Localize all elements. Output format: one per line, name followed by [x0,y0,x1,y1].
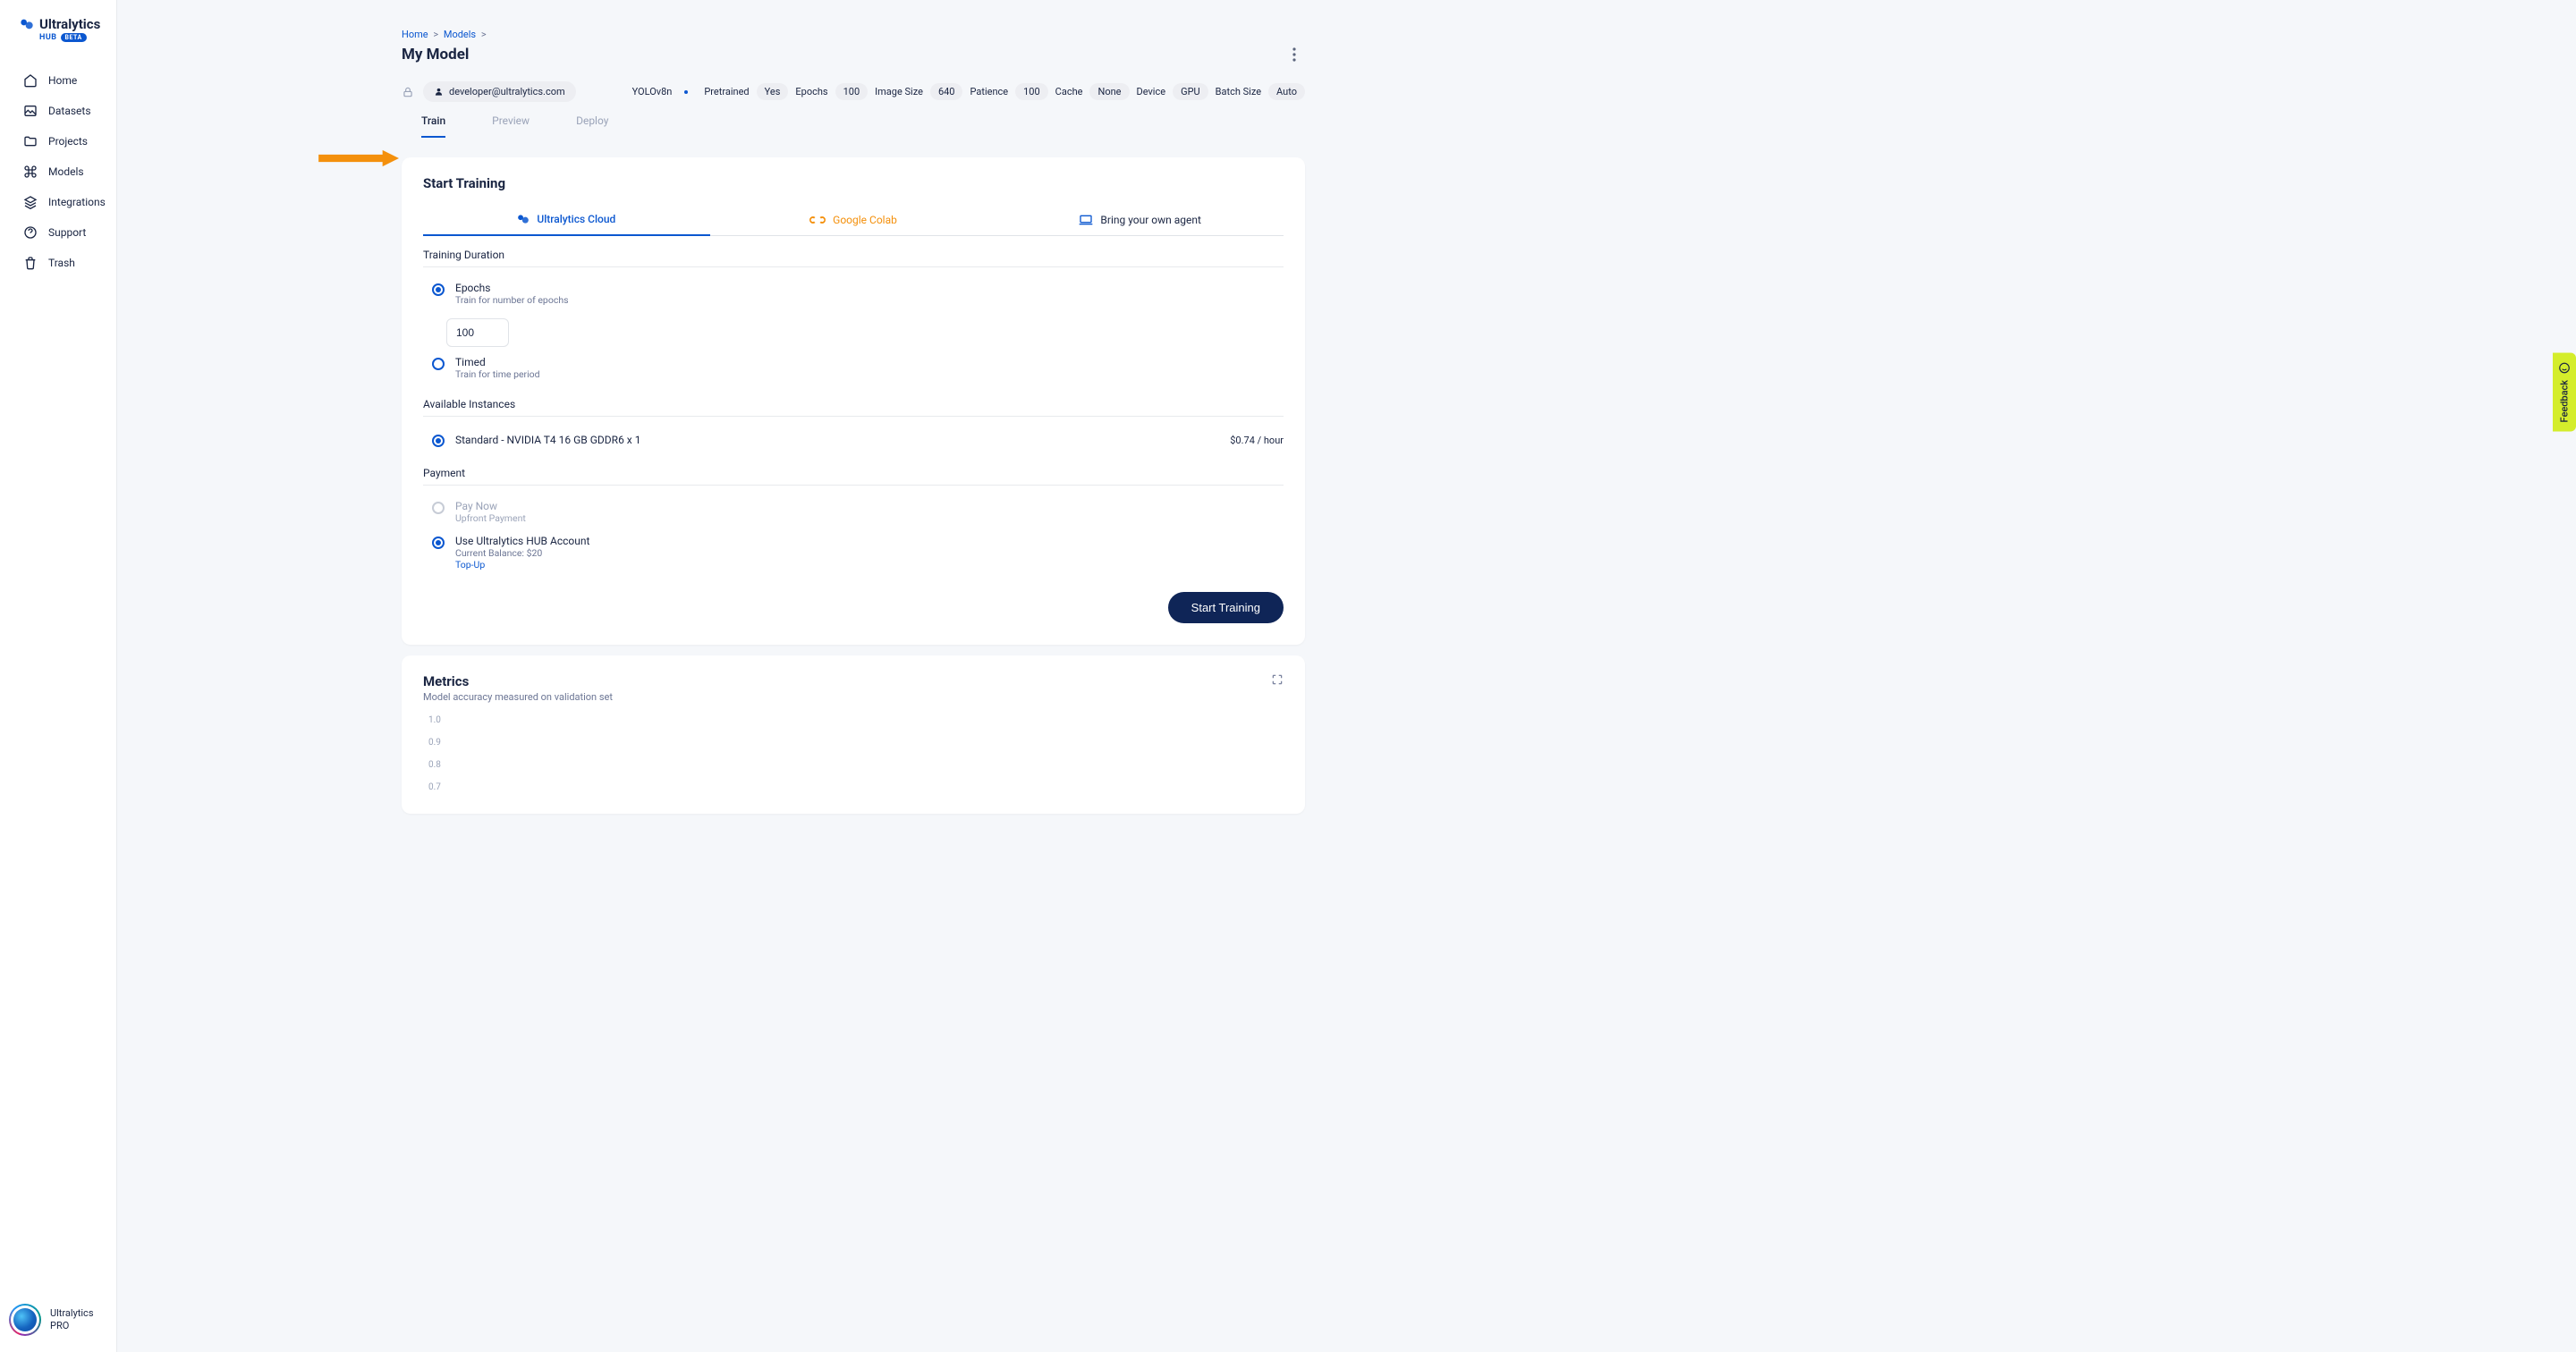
sidebar: Ultralytics HUB BETA Home Datasets Proje… [0,0,117,1352]
available-instances-label: Available Instances [423,398,1284,410]
model-arch: YOLOv8n [632,86,673,97]
smile-icon [2558,362,2571,375]
start-training-card: Start Training Ultralytics Cloud Google … [402,157,1305,645]
kebab-icon [1292,47,1296,62]
tab-google-colab[interactable]: Google Colab [710,206,997,236]
brand-logo[interactable]: Ultralytics HUB BETA [0,0,116,49]
divider [423,266,1284,267]
radio-timed-input[interactable] [432,358,445,370]
folder-icon [23,134,38,148]
model-tabs: Train Preview Deploy [402,114,1305,138]
sidebar-item-label: Trash [48,257,75,269]
tab-preview[interactable]: Preview [492,114,530,138]
metrics-chart: 1.0 0.9 0.8 0.7 [423,715,1284,792]
radio-hub-account[interactable]: Use Ultralytics HUB Account Current Bala… [423,529,1284,576]
sidebar-item-home[interactable]: Home [0,65,116,96]
footer-user: Ultralytics PRO [50,1307,94,1333]
beta-badge: BETA [61,33,87,42]
sidebar-item-support[interactable]: Support [0,217,116,248]
user-icon [434,87,444,97]
brand-hub: HUB [39,33,57,42]
sidebar-nav: Home Datasets Projects Models Integratio… [0,49,116,1293]
radio-hub-account-input[interactable] [432,537,445,549]
main-content: Home > Models > My Model developer@ultra… [117,0,2576,841]
sidebar-item-projects[interactable]: Projects [0,126,116,156]
start-training-button[interactable]: Start Training [1168,592,1284,623]
expand-icon[interactable] [1271,673,1284,686]
sidebar-footer[interactable]: Ultralytics PRO [0,1293,116,1352]
lock-icon [402,86,414,98]
command-icon [23,165,38,179]
layers-icon [23,195,38,209]
trash-icon [23,256,38,270]
status-dot [684,90,688,94]
training-provider-tabs: Ultralytics Cloud Google Colab Bring you… [423,206,1284,236]
sidebar-item-label: Support [48,226,86,239]
card-title: Start Training [423,175,1284,191]
sidebar-item-label: Models [48,165,84,178]
sidebar-item-label: Projects [48,135,88,148]
tab-ultralytics-cloud[interactable]: Ultralytics Cloud [423,206,710,236]
model-chips: YOLOv8n Pretrained Yes Epochs 100 Image … [632,83,1305,100]
radio-epochs[interactable]: Epochs Train for number of epochs [423,276,1284,311]
sidebar-item-integrations[interactable]: Integrations [0,187,116,217]
help-icon [23,225,38,240]
sidebar-item-label: Integrations [48,196,106,208]
sidebar-item-models[interactable]: Models [0,156,116,187]
tab-deploy[interactable]: Deploy [576,114,608,138]
ultralytics-small-icon [517,213,530,225]
colab-icon [809,215,826,225]
breadcrumb: Home > Models > [402,29,1305,40]
breadcrumb-home[interactable]: Home [402,29,428,40]
epochs-input[interactable] [446,318,509,347]
topup-link[interactable]: Top-Up [455,559,1284,570]
radio-timed[interactable]: Timed Train for time period [423,351,1284,385]
image-icon [23,104,38,118]
metrics-sub: Model accuracy measured on validation se… [423,691,613,703]
radio-paynow-input[interactable] [432,502,445,514]
ultralytics-logo-icon [20,17,34,31]
instance-price: $0.74 / hour [1230,435,1284,446]
sidebar-item-trash[interactable]: Trash [0,248,116,278]
sidebar-item-label: Home [48,74,77,87]
owner-pill[interactable]: developer@ultralytics.com [423,81,576,102]
tab-bring-your-own-agent[interactable]: Bring your own agent [996,206,1284,236]
feedback-tab[interactable]: Feedback [2553,353,2576,432]
home-icon [23,73,38,88]
tab-train[interactable]: Train [421,114,445,138]
instance-standard[interactable]: Standard - NVIDIA T4 16 GB GDDR6 x 1 $0.… [423,426,1284,454]
page-title: My Model [402,46,469,63]
divider [423,416,1284,417]
radio-paynow[interactable]: Pay Now Upfront Payment [423,494,1284,529]
radio-instance-input[interactable] [432,435,445,447]
brand-name: Ultralytics [39,16,100,32]
payment-label: Payment [423,467,1284,479]
metrics-title: Metrics [423,673,613,689]
training-duration-label: Training Duration [423,249,1284,261]
radio-epochs-input[interactable] [432,283,445,296]
laptop-icon [1079,215,1093,225]
sidebar-item-datasets[interactable]: Datasets [0,96,116,126]
breadcrumb-models[interactable]: Models [444,29,476,40]
page-header: Home > Models > My Model developer@ultra… [117,0,2576,147]
metrics-card: Metrics Model accuracy measured on valid… [402,655,1305,814]
divider [423,485,1284,486]
owner-email: developer@ultralytics.com [449,86,565,97]
sidebar-item-label: Datasets [48,105,91,117]
avatar [9,1304,41,1336]
kebab-menu[interactable] [1284,44,1305,65]
